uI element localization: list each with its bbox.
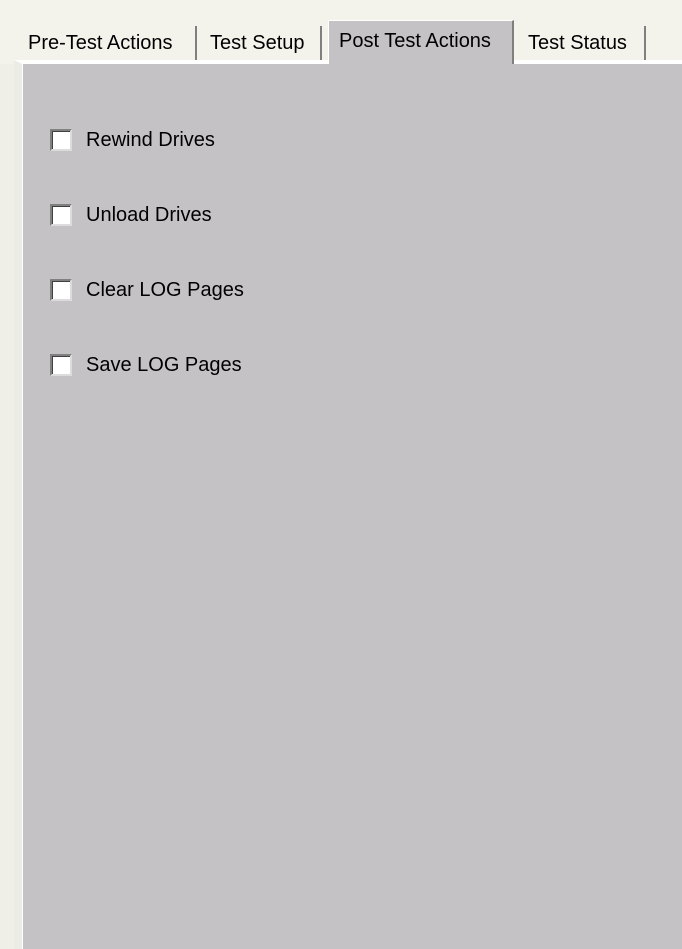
clear-log-pages-checkbox[interactable] [50, 279, 72, 301]
save-log-pages-option[interactable]: Save LOG Pages [50, 351, 242, 379]
tab-post-test-actions[interactable]: Post Test Actions [328, 20, 514, 64]
unload-drives-checkbox[interactable] [50, 204, 72, 226]
unload-drives-option[interactable]: Unload Drives [50, 201, 212, 229]
rewind-drives-checkbox[interactable] [50, 129, 72, 151]
clear-log-pages-label: Clear LOG Pages [86, 278, 244, 301]
save-log-pages-checkbox[interactable] [50, 354, 72, 376]
clear-log-pages-option[interactable]: Clear LOG Pages [50, 276, 244, 304]
rewind-drives-label: Rewind Drives [86, 128, 215, 151]
unload-drives-label: Unload Drives [86, 203, 212, 226]
save-log-pages-label: Save LOG Pages [86, 353, 242, 376]
rewind-drives-option[interactable]: Rewind Drives [50, 126, 215, 154]
tab-test-setup[interactable]: Test Setup [197, 26, 322, 62]
tab-strip: Pre-Test Actions Test Setup Post Test Ac… [0, 0, 682, 64]
post-test-actions-dialog: Pre-Test Actions Test Setup Post Test Ac… [0, 0, 682, 949]
tab-pre-test-actions[interactable]: Pre-Test Actions [24, 26, 197, 62]
post-test-actions-panel: Rewind Drives Unload Drives Clear LOG Pa… [14, 60, 682, 949]
tab-test-status[interactable]: Test Status [516, 26, 646, 62]
